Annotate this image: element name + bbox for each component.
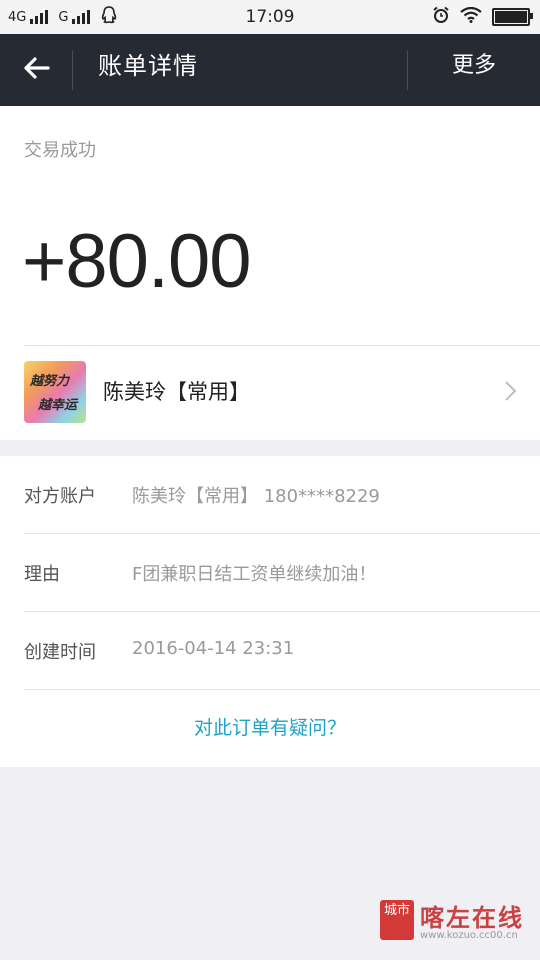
- detail-row-reason: 理由 F团兼职日结工资单继续加油！: [0, 534, 540, 612]
- qq-icon: [100, 5, 118, 29]
- detail-value: 陈美玲【常用】 180****8229: [132, 486, 380, 507]
- status-left: 4G G: [8, 0, 118, 34]
- signal-icon: [30, 10, 49, 24]
- order-question-link[interactable]: 对此订单有疑问？: [0, 690, 540, 767]
- status-right: [432, 0, 533, 34]
- watermark-name: 喀左在线: [420, 903, 524, 932]
- network-type-1: 4G: [8, 9, 27, 25]
- nav-divider: [72, 50, 73, 90]
- alarm-icon: [432, 6, 450, 28]
- watermark-badge: 城市: [380, 900, 414, 940]
- battery-fill: [495, 11, 527, 23]
- detail-label: 对方账户: [24, 486, 96, 507]
- network-type-2: G: [58, 9, 69, 25]
- nav-bar: 账单详情 更多: [0, 34, 540, 106]
- detail-value: F团兼职日结工资单继续加油！: [132, 564, 377, 585]
- detail-label: 创建时间: [24, 642, 96, 663]
- watermark-url: www.kozuo.cc00.cn: [420, 930, 518, 941]
- site-watermark: 城市 喀左在线 www.kozuo.cc00.cn: [380, 896, 530, 948]
- wifi-icon: [460, 6, 482, 27]
- transaction-amount: +80.00: [22, 219, 252, 304]
- signal-icon-2: [72, 10, 91, 24]
- detail-row-created-time: 创建时间 2016-04-14 23:31: [0, 612, 540, 690]
- page-title: 账单详情: [98, 52, 198, 80]
- transaction-summary: 交易成功 +80.00 越努力 越幸运 陈美玲【常用】: [0, 106, 540, 440]
- arrow-left-icon: [22, 56, 50, 84]
- chevron-right-icon: [504, 379, 518, 407]
- more-button[interactable]: 更多: [408, 34, 540, 98]
- avatar-text-2: 越幸运: [38, 398, 78, 413]
- status-bar: 4G G 17:09: [0, 0, 540, 34]
- transaction-details: 对方账户 陈美玲【常用】 180****8229 理由 F团兼职日结工资单继续加…: [0, 456, 540, 767]
- detail-label: 理由: [24, 564, 60, 585]
- detail-value: 2016-04-14 23:31: [132, 638, 295, 659]
- avatar: 越努力 越幸运: [24, 361, 86, 423]
- avatar-text-1: 越努力: [30, 374, 70, 389]
- transaction-status: 交易成功: [24, 140, 96, 161]
- detail-row-account: 对方账户 陈美玲【常用】 180****8229: [0, 456, 540, 534]
- battery-icon: [492, 8, 533, 26]
- counterparty-row[interactable]: 越努力 越幸运 陈美玲【常用】: [0, 346, 540, 440]
- back-button[interactable]: [0, 34, 72, 106]
- counterparty-name: 陈美玲【常用】: [103, 380, 250, 404]
